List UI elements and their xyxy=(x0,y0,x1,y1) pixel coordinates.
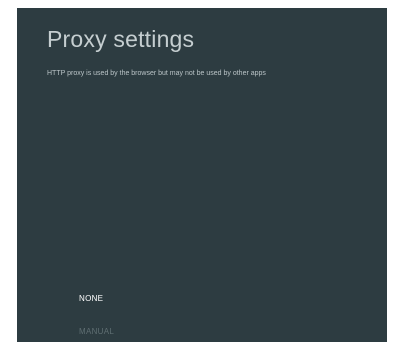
page-title: Proxy settings xyxy=(47,26,195,52)
page-description: HTTP proxy is used by the browser but ma… xyxy=(47,70,266,77)
option-manual[interactable]: MANUAL xyxy=(79,327,114,336)
option-none[interactable]: NONE xyxy=(79,294,103,303)
proxy-settings-screen: Proxy settings HTTP proxy is used by the… xyxy=(17,8,387,342)
